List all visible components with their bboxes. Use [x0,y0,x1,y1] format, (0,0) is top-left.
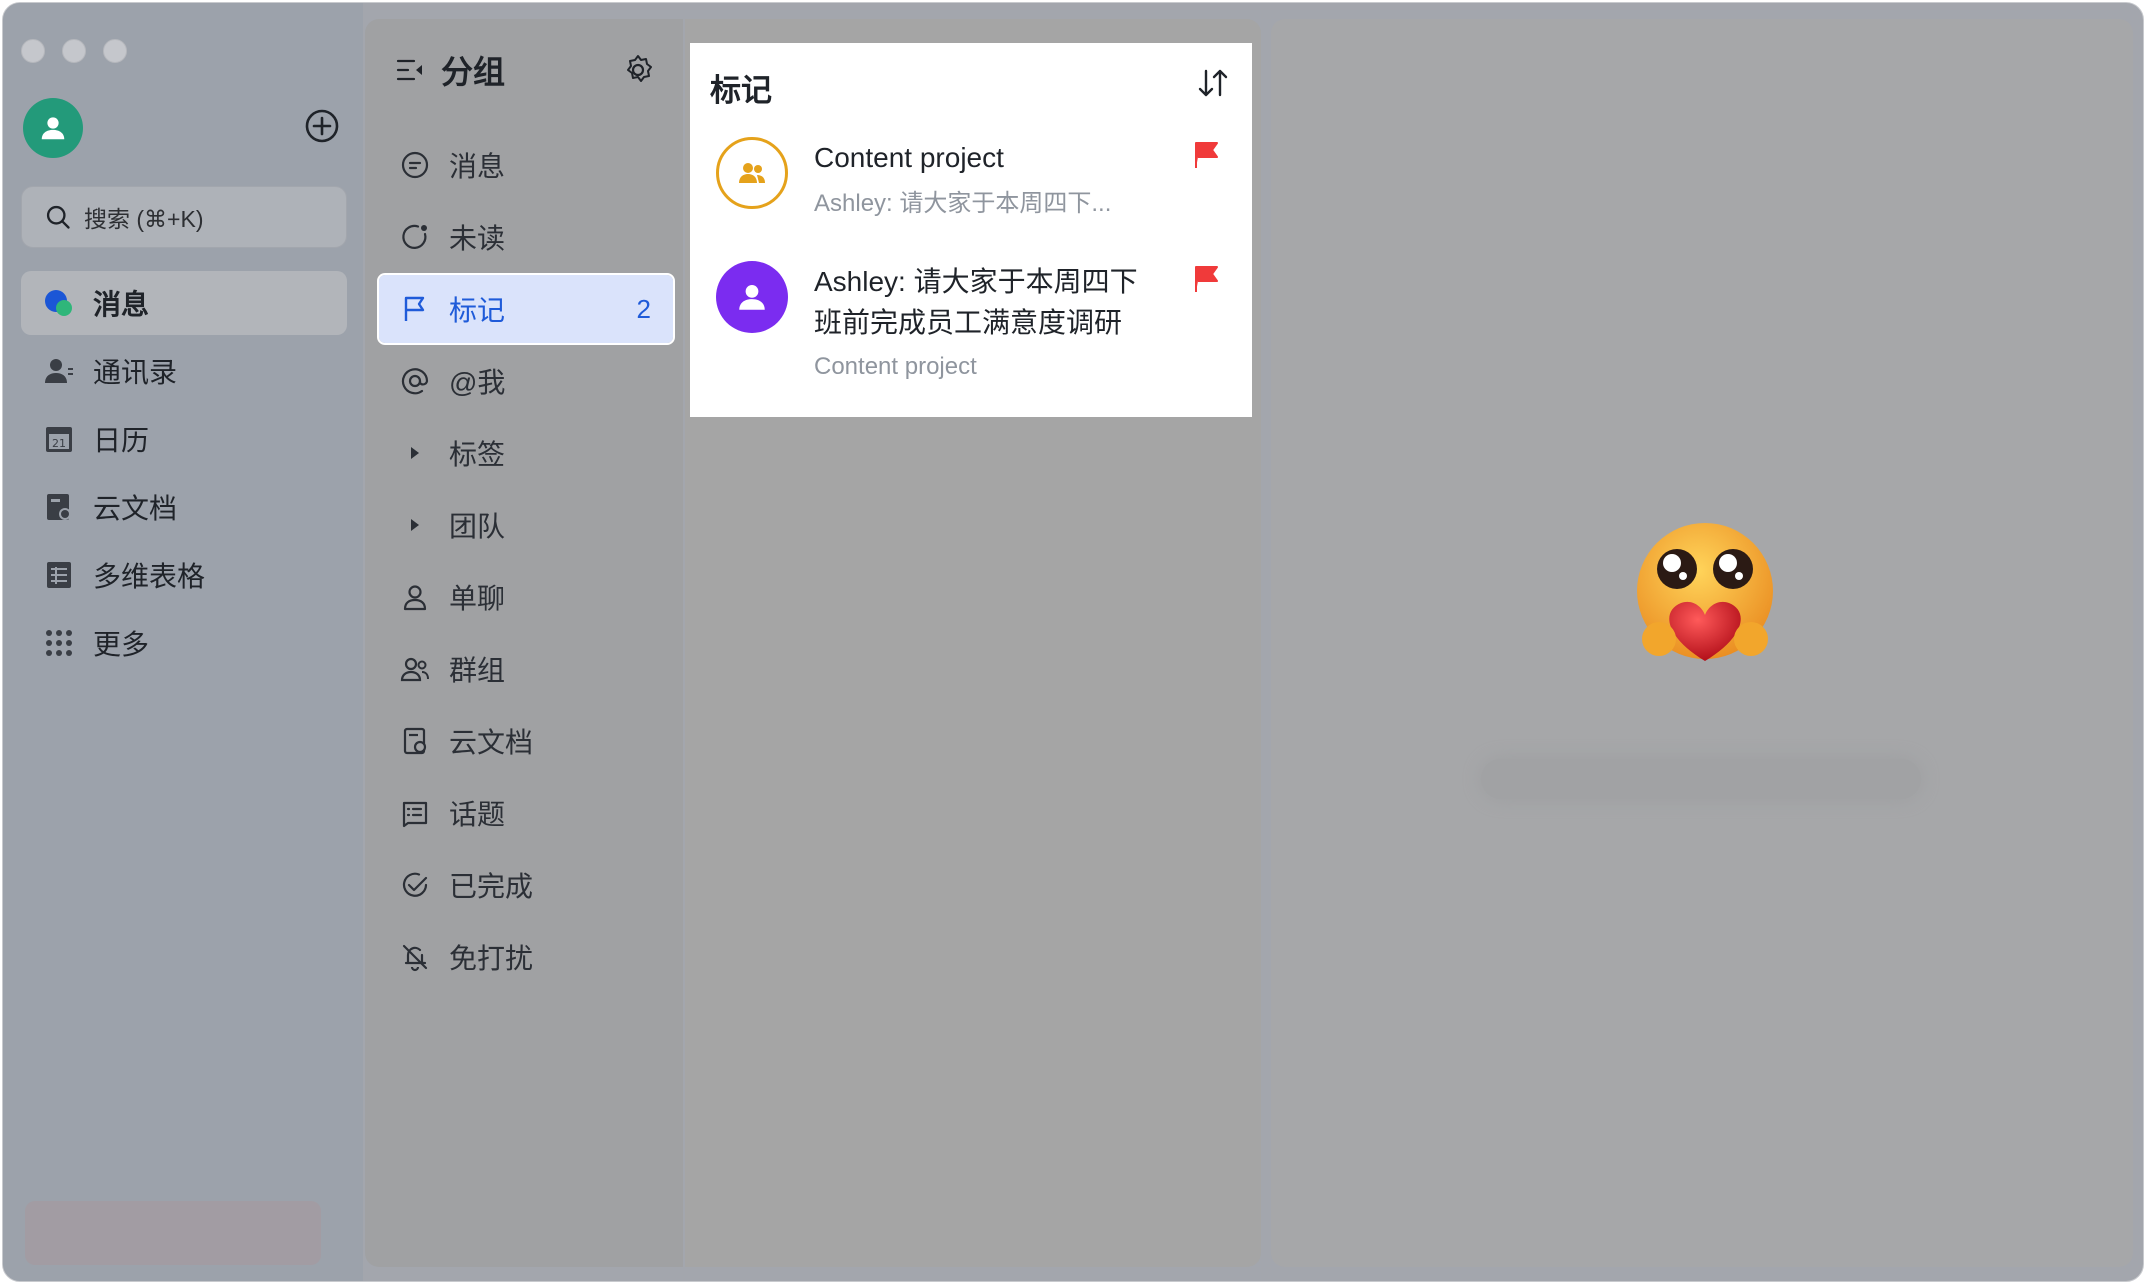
group-list: 消息 未读 标记 2 @我 标签 团队 单聊 群组 云文档 话题 已完成 免打扰 [377,131,675,995]
minimize-window-button[interactable] [62,39,86,63]
group-item-label: 消息 [449,151,506,182]
topic-icon [399,797,431,829]
app-window: 搜索 (⌘+K) 消息 通讯录 21 日历 云文档 多维表格 更多 分组 消息 … [2,2,2144,1282]
sort-icon[interactable] [1195,65,1231,101]
group-item-messages[interactable]: 消息 [379,131,673,199]
grid-dots-icon [43,627,75,659]
nav-label: 消息 [93,289,150,320]
red-flag-icon[interactable] [1192,265,1220,293]
triangle-right-icon [399,437,431,469]
cloud-doc-icon [43,491,75,523]
group-item-label: 已完成 [449,871,534,902]
doc-icon [399,725,431,757]
group-panel-header: 分组 [395,47,505,93]
group-item-done[interactable]: 已完成 [379,851,673,919]
triangle-right-icon [399,509,431,541]
main-nav: 消息 通讯录 21 日历 云文档 多维表格 更多 [21,271,347,679]
blurred-caption [1481,759,1921,799]
table-icon [43,559,75,591]
group-item-unread[interactable]: 未读 [379,203,673,271]
detail-panel [1271,19,2133,1267]
group-avatar-icon [716,137,788,209]
group-item-tags[interactable]: 标签 [379,419,673,487]
flagged-count-badge: 2 [636,293,651,324]
nav-item-calendar[interactable]: 21 日历 [21,407,347,471]
group-item-topics[interactable]: 话题 [379,779,673,847]
group-item-label: 标签 [449,439,506,470]
list-item[interactable]: Ashley: 请大家于本周四下班前完成员工满意度调研 Content proj… [690,261,1252,391]
group-item-label: 未读 [449,223,506,254]
nav-label: 通讯录 [93,357,178,388]
user-avatar[interactable] [23,98,83,158]
nav-item-contacts[interactable]: 通讯录 [21,339,347,403]
group-panel: 分组 消息 未读 标记 2 @我 标签 团队 单聊 群组 云文档 话题 已完成 … [365,19,683,1267]
person-icon [399,581,431,613]
list-item-subtitle: Ashley: 请大家于本周四下... [814,190,1112,217]
blurred-footer [25,1201,321,1265]
calendar-icon: 21 [43,423,75,455]
person-icon [41,117,65,140]
group-item-direct[interactable]: 单聊 [379,563,673,631]
search-placeholder: 搜索 (⌘+K) [84,206,204,232]
group-item-label: @我 [449,367,506,398]
message-bubbles-icon [43,287,75,319]
nav-label: 更多 [93,629,150,660]
group-item-mentions[interactable]: @我 [379,347,673,415]
check-circle-icon [399,869,431,901]
search-box[interactable]: 搜索 (⌘+K) [21,186,347,248]
nav-item-more[interactable]: 更多 [21,611,347,675]
nav-item-base[interactable]: 多维表格 [21,543,347,607]
group-item-label: 群组 [449,655,506,686]
group-item-teams[interactable]: 团队 [379,491,673,559]
window-controls-overlay [21,39,127,63]
unread-icon [399,221,431,253]
nav-label: 多维表格 [93,561,206,592]
search-icon [46,205,70,229]
group-item-flagged[interactable]: 标记 2 [377,273,675,345]
group-item-label: 云文档 [449,727,534,758]
zoom-window-button[interactable] [103,39,127,63]
group-item-label: 标记 [449,295,506,326]
add-circle-icon[interactable] [304,108,340,144]
group-item-label: 单聊 [449,583,506,614]
group-icon [399,653,431,685]
group-item-groups[interactable]: 群组 [379,635,673,703]
group-item-label: 话题 [449,799,506,830]
group-item-mute[interactable]: 免打扰 [379,923,673,991]
hug-heart-emoji-icon [1637,523,1773,661]
list-item-title: Ashley: 请大家于本周四下班前完成员工满意度调研 [814,266,1138,338]
bell-off-icon [399,941,431,973]
red-flag-icon[interactable] [1192,141,1220,169]
flag-outline-icon [399,293,431,325]
gear-icon[interactable] [621,53,655,87]
list-item[interactable]: Content project Ashley: 请大家于本周四下... [690,137,1252,247]
group-item-docs[interactable]: 云文档 [379,707,673,775]
flagged-list-panel: 标记 Content project Ashley: 请大家于本周四下... A… [685,19,1261,1267]
left-sidebar: 搜索 (⌘+K) 消息 通讯录 21 日历 云文档 多维表格 更多 [3,3,363,1281]
contacts-icon [43,355,75,387]
nav-label: 日历 [93,425,150,456]
svg-text:21: 21 [52,437,66,450]
at-icon [399,365,431,397]
list-title: 标记 [710,73,772,108]
chat-icon [399,149,431,181]
group-item-label: 免打扰 [449,943,534,974]
close-window-button[interactable] [21,39,45,63]
nav-item-cloud-docs[interactable]: 云文档 [21,475,347,539]
flagged-list-card: 标记 Content project Ashley: 请大家于本周四下... A… [690,43,1252,417]
person-avatar-icon [716,261,788,333]
list-item-title: Content project [814,142,1004,173]
group-item-label: 团队 [449,511,506,542]
group-panel-title: 分组 [441,54,506,90]
nav-item-messages[interactable]: 消息 [21,271,347,335]
collapse-menu-icon[interactable] [395,55,425,85]
nav-label: 云文档 [93,493,178,524]
list-item-subtitle: Content project [814,353,977,380]
